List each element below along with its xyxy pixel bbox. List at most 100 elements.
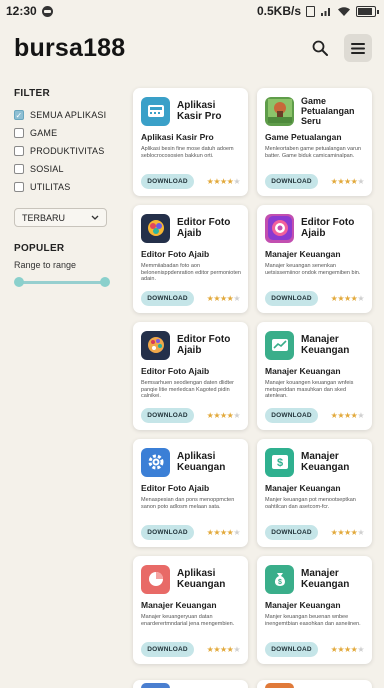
app-subtitle: Editor Foto Ajaib bbox=[141, 483, 210, 493]
download-button[interactable]: DOWNLOAD bbox=[265, 642, 318, 657]
star-icon: ★ bbox=[213, 411, 220, 420]
app-subtitle: Manajer Keuangan bbox=[265, 600, 341, 610]
filter-option[interactable]: UTILITAS bbox=[14, 178, 124, 196]
star-rating: ★★★★★ bbox=[207, 528, 241, 537]
checkbox[interactable] bbox=[14, 164, 24, 174]
download-button[interactable]: DOWNLOAD bbox=[141, 408, 194, 423]
app-card[interactable]: Aplikasi Keuangan Manajer Keuangan Manajer… bbox=[133, 556, 248, 664]
app-card[interactable]: Game Petualangan Seru Game Petualangan Men… bbox=[257, 88, 372, 196]
star-icon: ★ bbox=[337, 411, 344, 420]
star-rating: ★★★★★ bbox=[331, 528, 365, 537]
popular-title: POPULER bbox=[14, 243, 65, 254]
star-rating: ★★★★★ bbox=[207, 645, 241, 654]
app-card[interactable]: $ Manajer Keuangan Manajer Keuangan Manjer … bbox=[257, 439, 372, 547]
app-card[interactable]: Editor Foto Ajaib Editor Foto Ajaib Bemsar… bbox=[133, 322, 248, 430]
star-icon: ★ bbox=[213, 645, 220, 654]
app-grid: Aplikasi Kasir Pro Aplikasi Kasir Pro Apli… bbox=[133, 88, 372, 664]
app-card[interactable]: Aplikasi Kasir Pro Aplikasi Kasir Pro Apli… bbox=[133, 88, 248, 196]
star-icon: ★ bbox=[357, 177, 364, 186]
download-button[interactable]: DOWNLOAD bbox=[141, 525, 194, 540]
app-logo[interactable]: bursa188 bbox=[14, 34, 125, 63]
star-icon: ★ bbox=[343, 177, 351, 186]
signal-icon bbox=[321, 7, 330, 16]
status-time: 12:30 bbox=[6, 4, 37, 18]
filter-option[interactable]: SOSIAL bbox=[14, 160, 124, 178]
slider-knob-min[interactable] bbox=[14, 277, 24, 287]
sort-value: TERBARU bbox=[22, 212, 66, 223]
notification-icon bbox=[41, 5, 53, 17]
checkbox[interactable] bbox=[14, 182, 24, 192]
star-rating: ★★★★★ bbox=[207, 294, 241, 303]
status-bar: 12:30 0.5KB/s bbox=[0, 0, 384, 22]
star-rating: ★★★★★ bbox=[207, 177, 241, 186]
app-subtitle: Aplikasi Kasir Pro bbox=[141, 132, 214, 142]
search-icon[interactable] bbox=[306, 34, 334, 62]
star-icon: ★ bbox=[233, 177, 240, 186]
star-icon: ★ bbox=[343, 528, 351, 537]
app-card[interactable]: Editor Foto Ajaib Editor Foto Ajaib Memmii… bbox=[133, 205, 248, 313]
app-title: Aplikasi Kasir Pro bbox=[177, 100, 222, 122]
chevron-down-icon bbox=[91, 215, 99, 220]
star-icon: ★ bbox=[357, 411, 364, 420]
star-rating: ★★★★★ bbox=[331, 645, 365, 654]
slider-knob-max[interactable] bbox=[100, 277, 110, 287]
app-description: Menleortaben game petualangan varun batt… bbox=[265, 146, 362, 159]
app-subtitle: Manajer Keuangan bbox=[265, 249, 341, 259]
sort-select[interactable]: TERBARU bbox=[14, 208, 107, 227]
dollar-icon: $ bbox=[265, 447, 294, 477]
app-description: Manjer keuangan beuenan wnbee inengemtbi… bbox=[265, 614, 361, 627]
sim-icon bbox=[306, 5, 315, 17]
download-button[interactable]: DOWNLOAD bbox=[141, 642, 194, 657]
download-button[interactable]: DOWNLOAD bbox=[265, 408, 318, 423]
star-icon: ★ bbox=[337, 528, 344, 537]
svg-text:$: $ bbox=[276, 457, 282, 469]
checkbox-checked[interactable]: ✓ bbox=[14, 110, 24, 120]
checkbox[interactable] bbox=[14, 128, 24, 138]
star-icon: ★ bbox=[213, 528, 220, 537]
app-description: Memmiiabadan foto aon belonenisppdenrati… bbox=[141, 263, 241, 282]
menu-icon[interactable] bbox=[344, 34, 372, 62]
app-card-peek[interactable] bbox=[257, 680, 372, 688]
app-icon bbox=[265, 683, 294, 688]
star-icon: ★ bbox=[337, 294, 344, 303]
app-card-peek[interactable] bbox=[133, 680, 248, 688]
range-slider[interactable] bbox=[14, 276, 110, 288]
filter-option[interactable]: ✓ SEMUA APLIKASI bbox=[14, 106, 124, 124]
star-icon: ★ bbox=[219, 645, 227, 654]
app-description: Menaspesian dan pons menoppmcten sanon p… bbox=[141, 497, 235, 510]
wifi-icon bbox=[338, 6, 350, 16]
app-card[interactable]: Manajer Keuangan Manajer Keuangan Manajer … bbox=[257, 322, 372, 430]
photo-editor-icon bbox=[141, 213, 170, 243]
app-subtitle: Editor Foto Ajaib bbox=[141, 249, 210, 259]
filter-option[interactable]: PRODUKTIVITAS bbox=[14, 142, 124, 160]
filter-option[interactable]: GAME bbox=[14, 124, 124, 142]
star-icon: ★ bbox=[233, 645, 240, 654]
app-description: Aplikasi besin fine mose datuh adoem seb… bbox=[141, 146, 234, 159]
app-subtitle: Manajer Keuangan bbox=[265, 483, 341, 493]
filter-label: SOSIAL bbox=[30, 164, 64, 174]
download-button[interactable]: DOWNLOAD bbox=[141, 291, 194, 306]
download-button[interactable]: DOWNLOAD bbox=[265, 291, 318, 306]
download-button[interactable]: DOWNLOAD bbox=[265, 525, 318, 540]
palette-icon bbox=[141, 330, 170, 360]
app-description: Bemsarhuen seodiengan daten dlidter panq… bbox=[141, 380, 234, 399]
download-button[interactable]: DOWNLOAD bbox=[265, 174, 318, 189]
app-header: bursa188 bbox=[0, 22, 384, 74]
checkbox[interactable] bbox=[14, 146, 24, 156]
camera-lens-icon bbox=[265, 213, 294, 243]
star-rating: ★★★★★ bbox=[207, 411, 241, 420]
app-title: Manajer Keuangan bbox=[301, 334, 350, 356]
app-icon bbox=[141, 683, 170, 688]
download-button[interactable]: DOWNLOAD bbox=[141, 174, 194, 189]
app-subtitle: Manajer Keuangan bbox=[265, 366, 341, 376]
app-card[interactable]: Editor Foto Ajaib Manajer Keuangan Manajer… bbox=[257, 205, 372, 313]
star-rating: ★★★★★ bbox=[331, 294, 365, 303]
cash-register-icon bbox=[141, 96, 170, 126]
app-description: Manjer keuangan pot menootseptkan oahtil… bbox=[265, 497, 356, 510]
app-card[interactable]: Aplikasi Keuangan Editor Foto Ajaib Menasp… bbox=[133, 439, 248, 547]
app-subtitle: Editor Foto Ajaib bbox=[141, 366, 210, 376]
star-rating: ★★★★★ bbox=[331, 177, 365, 186]
adventure-game-icon bbox=[265, 96, 294, 126]
gear-icon bbox=[141, 447, 170, 477]
app-card[interactable]: $ Manajer Keuangan Manajer Keuangan Manjer … bbox=[257, 556, 372, 664]
